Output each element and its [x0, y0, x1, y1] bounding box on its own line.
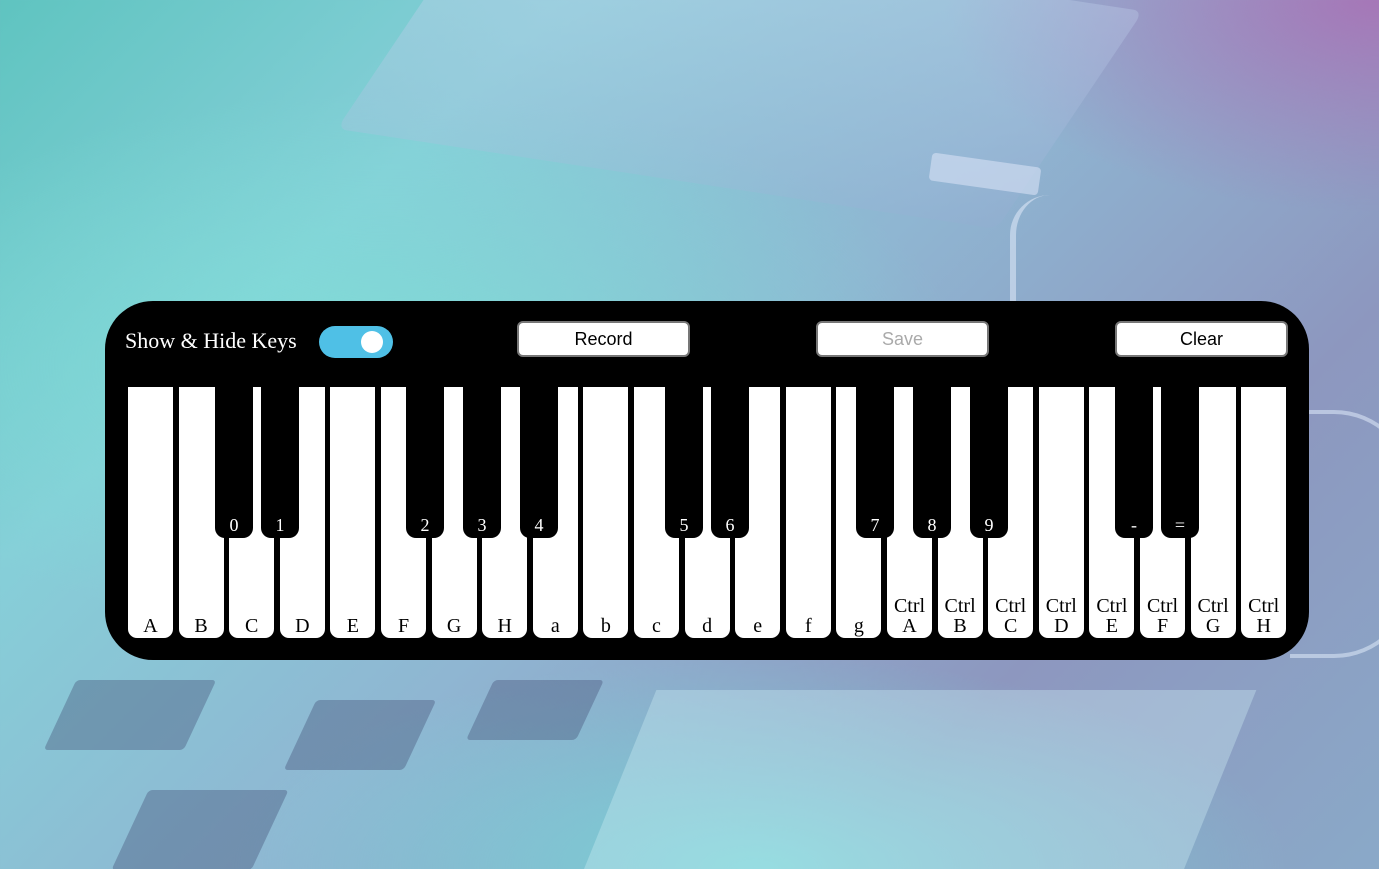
white-key-modifier: Ctrl: [1045, 595, 1077, 617]
white-key-label: d: [685, 616, 730, 636]
white-key-letter: c: [652, 615, 661, 637]
white-key-label: Ctrl H: [1241, 596, 1286, 636]
black-key[interactable]: =: [1161, 387, 1199, 538]
white-key-label: b: [583, 616, 628, 636]
white-key[interactable]: A: [128, 387, 173, 638]
white-key-letter: E: [346, 615, 359, 637]
black-key[interactable]: 7: [856, 387, 894, 538]
white-key-label: Ctrl G: [1191, 596, 1236, 636]
background-black-key: [283, 700, 437, 770]
white-key[interactable]: Ctrl D: [1038, 387, 1084, 638]
background-white-keys: [583, 690, 1257, 869]
white-key-letter: A: [902, 615, 917, 637]
white-key-letter: F: [397, 615, 410, 637]
black-key-label: 7: [870, 515, 880, 535]
black-key[interactable]: 6: [711, 387, 749, 538]
white-key-modifier: Ctrl: [893, 595, 926, 617]
white-key-modifier: Ctrl: [995, 595, 1027, 617]
black-key-label: 0: [229, 515, 239, 535]
white-key-label: A: [128, 616, 173, 636]
white-key-letter: d: [702, 615, 713, 637]
white-key-modifier: Ctrl: [1197, 595, 1229, 617]
black-key-label: 1: [275, 515, 285, 535]
white-key-letter: a: [550, 615, 560, 637]
white-key[interactable]: b: [583, 387, 629, 638]
white-key-letter: C: [1004, 615, 1018, 637]
white-key-letter: G: [1205, 615, 1221, 637]
black-key-label: 8: [927, 515, 937, 535]
white-key-modifier: Ctrl: [1248, 595, 1280, 617]
background-piano-lid: [336, 0, 1144, 230]
white-key-letter: C: [245, 615, 259, 637]
black-key[interactable]: 1: [261, 387, 299, 538]
white-key-label: g: [836, 616, 881, 636]
white-key-label: Ctrl E: [1089, 596, 1134, 636]
white-key-letter: b: [600, 615, 611, 637]
white-key[interactable]: E: [330, 387, 376, 638]
white-key-letter: B: [194, 615, 208, 637]
black-key-label: 5: [679, 515, 689, 535]
white-key-label: e: [735, 616, 780, 636]
black-key-label: 4: [534, 515, 544, 535]
white-key-modifier: Ctrl: [944, 595, 976, 617]
white-key-modifier: Ctrl: [1096, 595, 1128, 617]
black-key[interactable]: 8: [913, 387, 951, 538]
white-key-letter: F: [1156, 615, 1169, 637]
white-key-letter: E: [1105, 615, 1118, 637]
white-key-letter: e: [753, 615, 763, 637]
white-key-label: f: [786, 616, 831, 636]
black-key[interactable]: 9: [970, 387, 1008, 538]
black-key[interactable]: -: [1115, 387, 1153, 538]
white-key-letter: f: [804, 615, 812, 637]
white-key-letter: B: [953, 615, 967, 637]
white-key[interactable]: f: [785, 387, 831, 638]
white-key-label: Ctrl B: [938, 596, 983, 636]
white-key-letter: A: [143, 615, 158, 637]
piano-keyboard: A B C D E F G Ha b c d e f g Ctrl A Ctrl B Ctrl C Ctrl D Ctrl E…: [105, 301, 1309, 660]
white-key-letter: D: [295, 615, 310, 637]
white-key-letter: g: [853, 615, 864, 637]
black-key[interactable]: 0: [215, 387, 253, 538]
black-key[interactable]: 2: [406, 387, 444, 538]
white-key-label: Ctrl C: [988, 596, 1033, 636]
white-key-label: B: [179, 616, 224, 636]
white-key-letter: D: [1054, 615, 1069, 637]
piano-panel: Show & Hide Keys Record Save Clear ABCDE…: [105, 301, 1309, 660]
white-key-label: c: [634, 616, 679, 636]
white-key-label: F: [381, 616, 426, 636]
white-key-label: a: [533, 616, 578, 636]
black-key-label: 9: [984, 515, 994, 535]
white-key-label: Ctrl A: [887, 596, 932, 636]
black-key[interactable]: 4: [520, 387, 558, 538]
white-key-label: E: [330, 616, 375, 636]
white-key-label: Ctrl F: [1140, 596, 1185, 636]
black-key[interactable]: 5: [665, 387, 703, 538]
black-key-label: 3: [477, 515, 487, 535]
white-key-label: H: [482, 616, 527, 636]
background-black-key: [43, 680, 217, 750]
white-key-letter: H: [497, 615, 512, 637]
white-key-letter: G: [446, 615, 462, 637]
background-black-key: [466, 680, 604, 740]
black-key-label: =: [1174, 515, 1186, 535]
black-key[interactable]: 3: [463, 387, 501, 538]
black-key-label: 6: [725, 515, 735, 535]
white-key-label: G: [432, 616, 477, 636]
white-key-modifier: Ctrl: [1146, 595, 1179, 617]
white-key-label: Ctrl D: [1039, 596, 1084, 636]
white-key-letter: H: [1256, 615, 1271, 637]
black-key-label: 2: [420, 515, 430, 535]
white-key-label: C: [229, 616, 274, 636]
black-key-label: -: [1131, 515, 1137, 535]
white-key-label: D: [280, 616, 325, 636]
background-black-key: [111, 790, 289, 869]
white-key[interactable]: Ctrl H: [1241, 387, 1287, 638]
